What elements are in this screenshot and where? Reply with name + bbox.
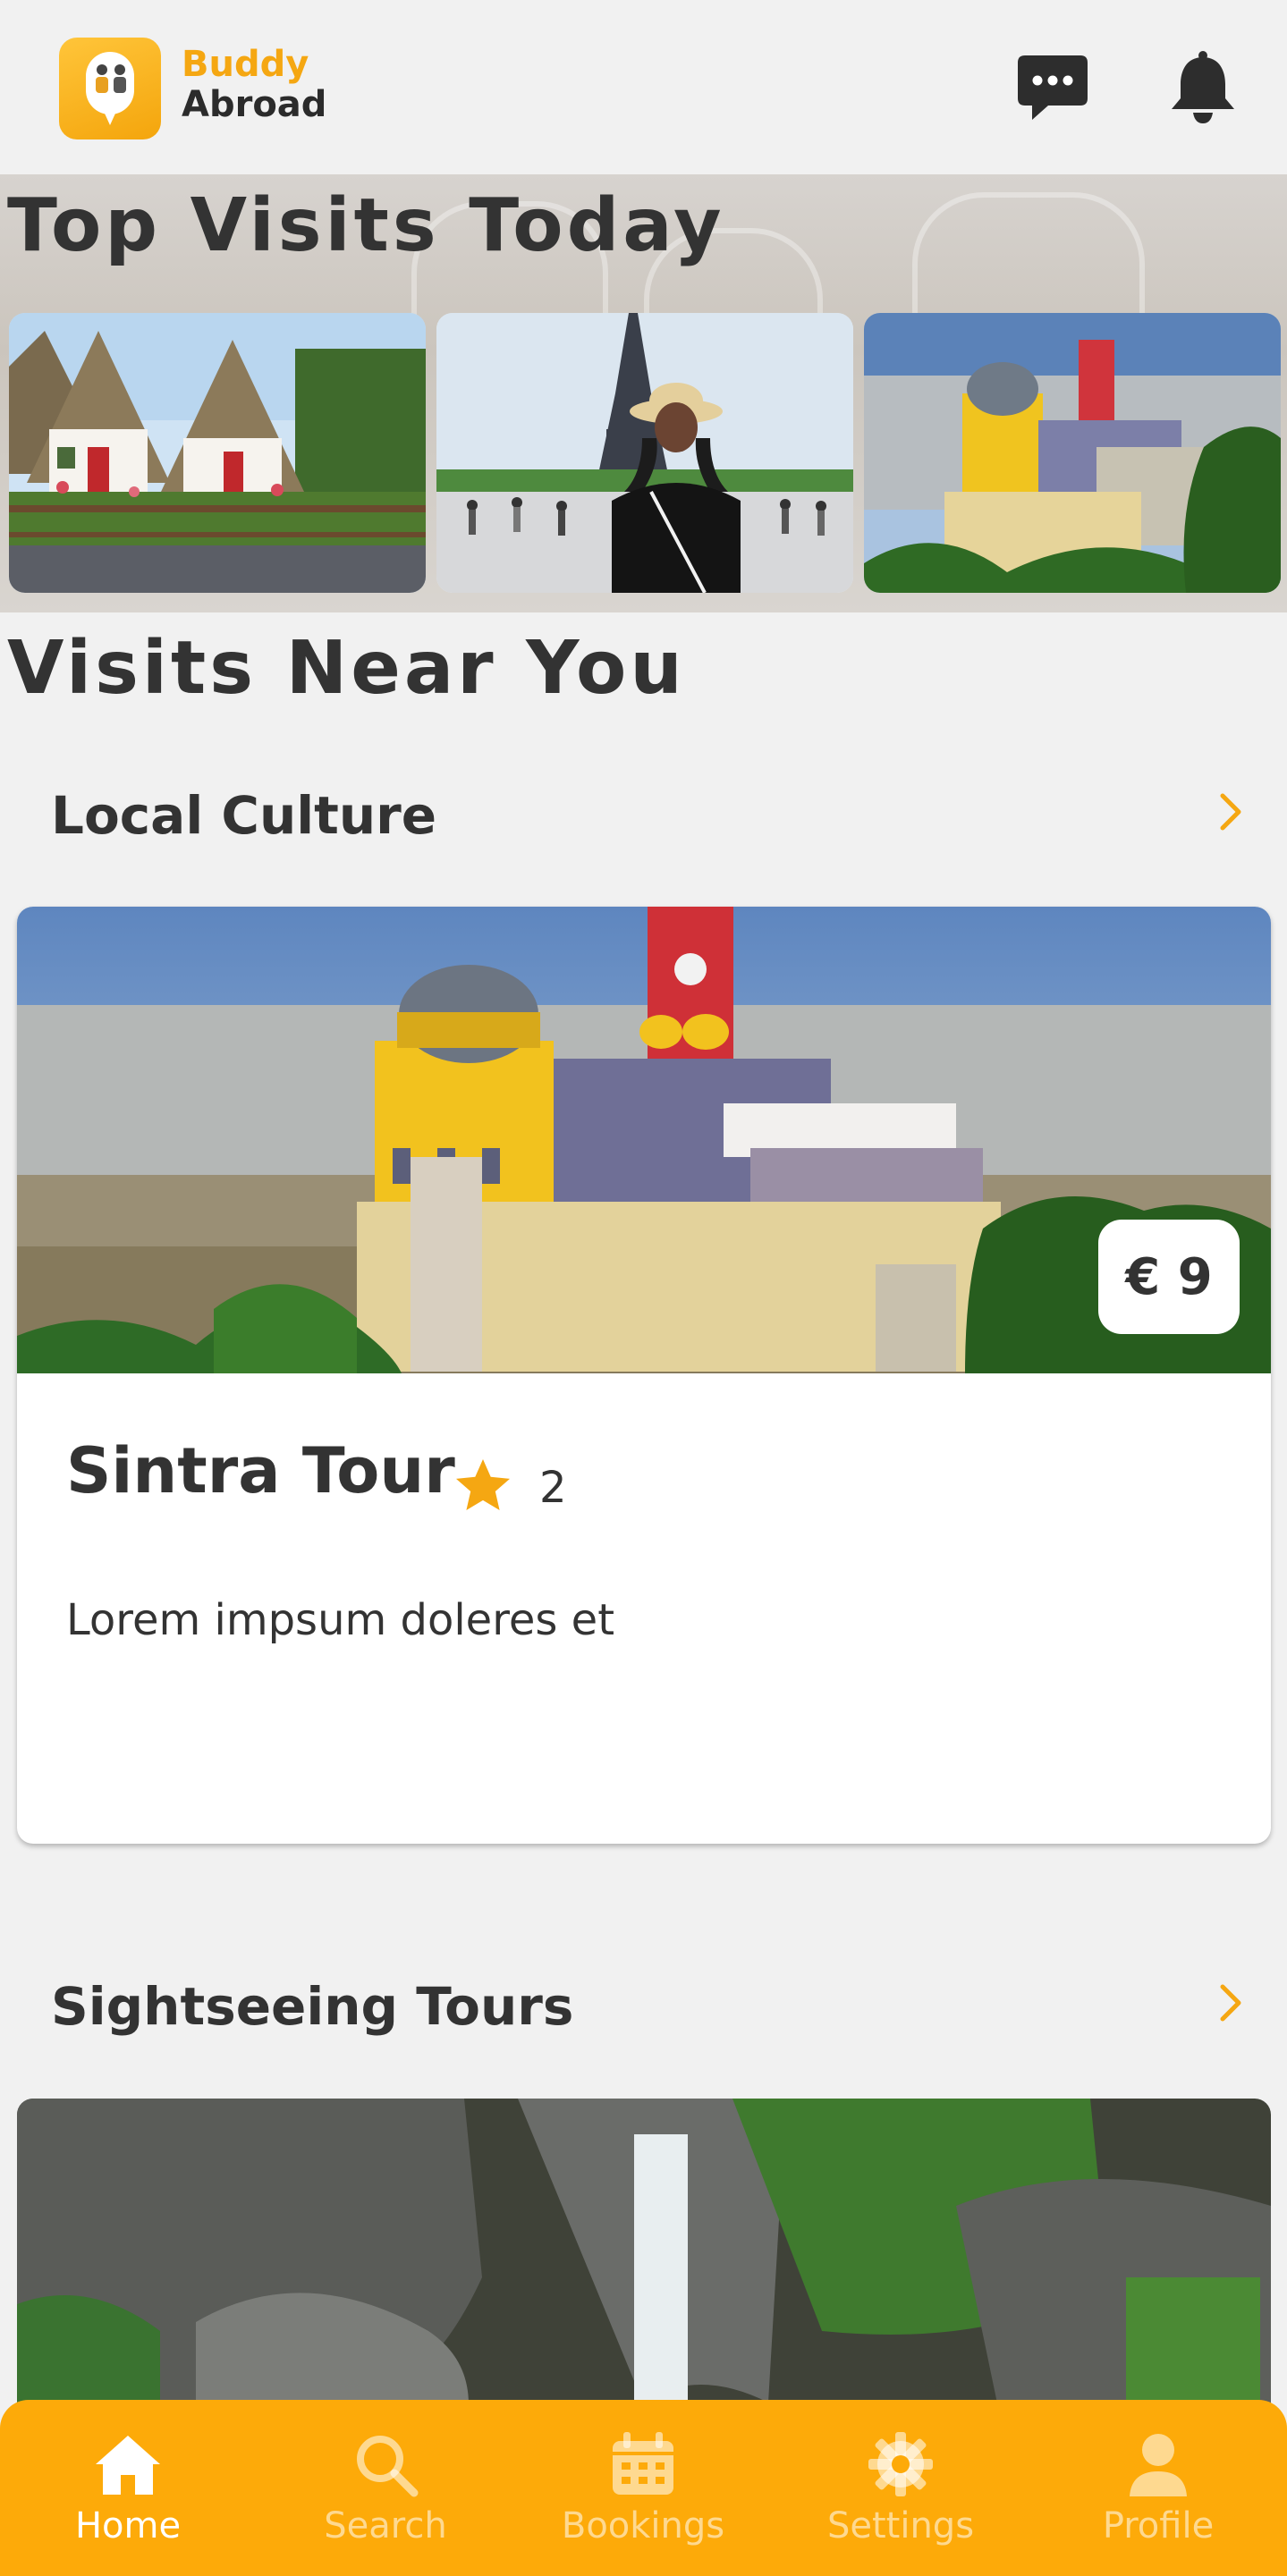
chat-icon[interactable] bbox=[1012, 46, 1093, 127]
home-icon bbox=[96, 2436, 160, 2495]
bottom-navigation: Home Search Bookings Settings Profile bbox=[0, 2400, 1287, 2576]
tour-title: Sintra Tour bbox=[66, 1434, 455, 1508]
nav-settings[interactable]: Settings bbox=[793, 2400, 1008, 2576]
star-icon bbox=[456, 1459, 510, 1510]
people-icon bbox=[91, 63, 131, 104]
nav-label: Home bbox=[74, 2505, 182, 2546]
calendar-icon bbox=[613, 2432, 673, 2495]
visits-near-title: Visits Near You bbox=[7, 626, 686, 711]
tour-description: Lorem impsum doleres et bbox=[66, 1595, 615, 1645]
top-visit-thumbnail[interactable] bbox=[9, 313, 426, 593]
gear-icon bbox=[868, 2432, 933, 2496]
app-header: Buddy Abroad bbox=[0, 0, 1287, 174]
nav-label: Profile bbox=[1102, 2505, 1215, 2546]
brand-line-1: Buddy bbox=[182, 44, 309, 85]
top-visits-title: Top Visits Today bbox=[7, 183, 725, 268]
price-badge: € 9 bbox=[1098, 1220, 1240, 1334]
app-logo[interactable] bbox=[59, 38, 161, 139]
brand-name: Buddy Abroad bbox=[182, 45, 326, 125]
nav-label: Search bbox=[324, 2505, 447, 2546]
tour-card-image bbox=[17, 907, 1271, 1373]
nav-search[interactable]: Search bbox=[278, 2400, 493, 2576]
nav-home[interactable]: Home bbox=[21, 2400, 235, 2576]
chevron-right-icon[interactable] bbox=[1214, 785, 1249, 839]
nav-bookings[interactable]: Bookings bbox=[536, 2400, 750, 2576]
bell-icon[interactable] bbox=[1163, 46, 1243, 127]
search-icon bbox=[357, 2436, 419, 2497]
top-visit-thumbnail[interactable] bbox=[864, 313, 1281, 593]
category-title-sightseeing: Sightseeing Tours bbox=[51, 1976, 574, 2037]
nav-label: Settings bbox=[826, 2505, 975, 2546]
brand-line-2: Abroad bbox=[182, 83, 327, 125]
nav-profile[interactable]: Profile bbox=[1051, 2400, 1266, 2576]
rating-value: 2 bbox=[539, 1463, 567, 1513]
top-visit-thumbnail[interactable] bbox=[436, 313, 853, 593]
category-title-local-culture: Local Culture bbox=[51, 785, 437, 846]
user-icon bbox=[1130, 2434, 1187, 2496]
chevron-right-icon[interactable] bbox=[1214, 1976, 1249, 2030]
nav-label: Bookings bbox=[561, 2505, 725, 2546]
tour-card[interactable]: € 9 Sintra Tour 2 Lorem impsum doleres e… bbox=[17, 907, 1271, 1844]
